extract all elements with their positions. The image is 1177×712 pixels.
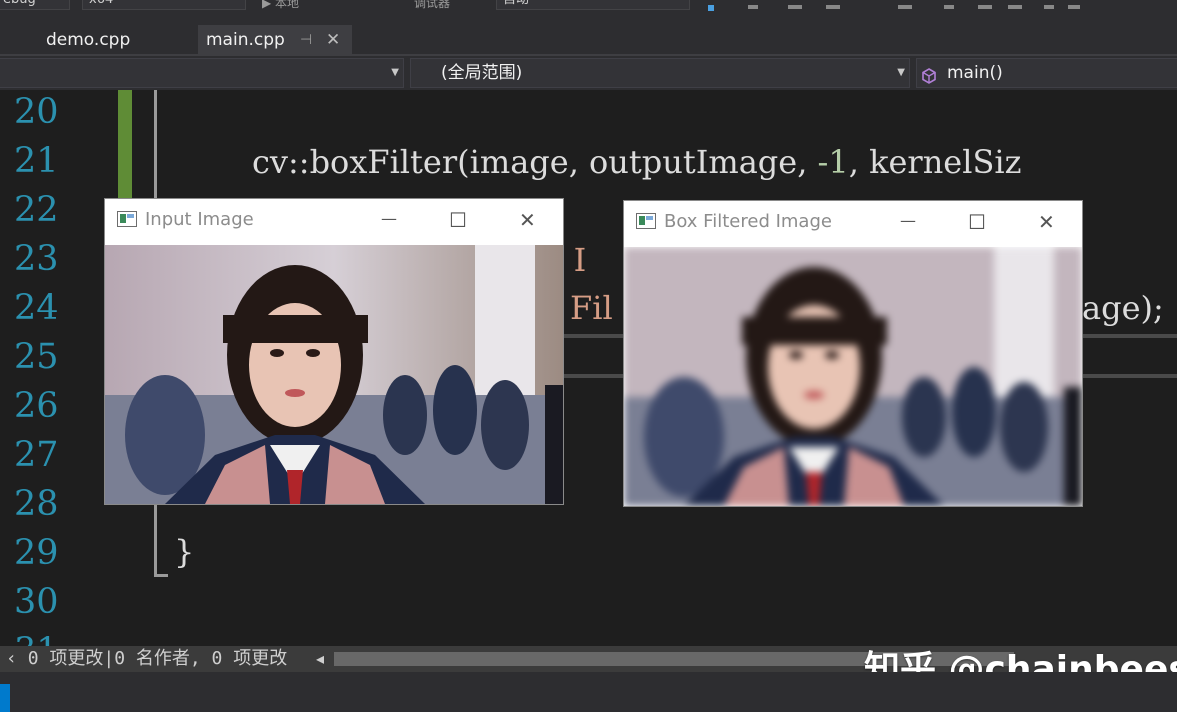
line-number: 26 <box>14 386 59 426</box>
maximize-icon: ☐ <box>449 208 467 232</box>
line-number: 22 <box>14 190 59 230</box>
line-number: 31 <box>14 631 74 646</box>
opencv-window-icon <box>117 211 137 227</box>
debugger-label: 调试器 <box>414 0 451 10</box>
maximize-icon: ☐ <box>968 210 986 234</box>
close-button[interactable]: ✕ <box>1024 201 1074 245</box>
chevron-down-icon: ▼ <box>897 67 905 78</box>
chevron-left-icon[interactable]: ‹ <box>6 648 17 669</box>
start-debug-button[interactable]: ▶ 本地 <box>262 0 299 11</box>
solution-dropdown[interactable]: 自动 <box>496 0 690 10</box>
line-number: 27 <box>14 435 59 475</box>
code-line-24-fragment-a: Fil <box>570 289 613 327</box>
opencv-window-icon <box>636 213 656 229</box>
code-text: , kernelSiz <box>848 143 1022 181</box>
close-button[interactable]: ✕ <box>505 199 555 243</box>
box-filtered-image-window[interactable]: Box Filtered Image — ☐ ✕ <box>623 200 1083 507</box>
highlight-line <box>1082 334 1177 338</box>
line-number: 24 <box>14 288 59 328</box>
line-number: 23 <box>14 239 59 279</box>
window-title: Box Filtered Image <box>664 211 832 232</box>
code-text: cv::boxFilter(image, outputImage, <box>252 143 818 181</box>
window-titlebar[interactable]: Input Image — ☐ ✕ <box>105 199 563 245</box>
configuration-value: ebug <box>3 0 36 7</box>
platform-value: x64 <box>89 0 113 7</box>
highlight-line <box>562 374 624 378</box>
line-number: 30 <box>14 582 59 622</box>
change-indicator-bar <box>118 90 132 210</box>
main-toolbar: ebug x64 ▶ 本地 调试器 自动 <box>0 0 1177 22</box>
platform-dropdown[interactable]: x64 <box>82 0 246 10</box>
document-tab-bar: demo.cpp main.cpp ⊣ ✕ <box>0 22 1177 54</box>
line-number: 25 <box>14 337 59 377</box>
tab-label: demo.cpp <box>46 30 131 50</box>
member-dropdown[interactable]: main() <box>916 58 1177 88</box>
line-number: 21 <box>14 141 59 181</box>
bottom-panel <box>0 672 1177 712</box>
tab-label: main.cpp <box>206 30 285 50</box>
cube-icon <box>921 65 937 93</box>
highlight-line <box>1082 374 1177 378</box>
minimize-button[interactable]: — <box>884 201 934 245</box>
minimize-icon: — <box>381 209 397 228</box>
input-image-window[interactable]: Input Image — ☐ ✕ <box>104 198 564 505</box>
tab-demo-cpp[interactable]: demo.cpp <box>38 25 188 54</box>
scroll-left-icon[interactable]: ◂ <box>316 646 324 672</box>
line-number: 29 <box>14 533 59 573</box>
window-title: Input Image <box>145 209 254 230</box>
member-value: main() <box>947 63 1003 83</box>
close-tab-icon[interactable]: ✕ <box>326 25 340 55</box>
highlight-line <box>562 334 624 338</box>
close-icon: ✕ <box>1038 210 1055 234</box>
scope-guide-end <box>154 574 168 577</box>
window-titlebar[interactable]: Box Filtered Image — ☐ ✕ <box>624 201 1082 247</box>
scope-value: (全局范围) <box>441 63 523 83</box>
change-summary[interactable]: ‹ 0 项更改|0 名作者, 0 项更改 <box>6 646 287 672</box>
chevron-down-icon: ▼ <box>391 67 399 78</box>
maximize-button[interactable]: ☐ <box>435 199 485 243</box>
configuration-dropdown[interactable]: ebug <box>0 0 70 10</box>
minimize-icon: — <box>900 211 916 230</box>
solution-value: 自动 <box>503 0 529 7</box>
toolbar-icons[interactable] <box>708 0 1088 11</box>
tab-main-cpp[interactable]: main.cpp ⊣ ✕ <box>198 25 352 54</box>
project-dropdown[interactable]: ▼ <box>0 58 404 88</box>
box-filtered-image <box>624 247 1082 506</box>
code-number: -1 <box>817 143 849 181</box>
line-number: 28 <box>14 484 59 524</box>
line-number: 20 <box>14 92 59 132</box>
code-line-29: } <box>174 533 195 571</box>
code-line-21: cv::boxFilter(image, outputImage, -1, ke… <box>252 142 1021 182</box>
input-image <box>105 245 563 504</box>
status-accent <box>0 684 10 712</box>
change-summary-text: 0 项更改|0 名作者, 0 项更改 <box>27 648 288 669</box>
toolbar-icons-strip <box>708 5 1080 11</box>
portrait-photo <box>105 245 563 504</box>
blurred-portrait-photo <box>624 247 1082 506</box>
minimize-button[interactable]: — <box>365 199 415 243</box>
scope-dropdown[interactable]: (全局范围) ▼ <box>410 58 910 88</box>
navigation-bar: ▼ (全局范围) ▼ main() <box>0 56 1177 90</box>
code-line-24-fragment-b: age); <box>1082 289 1164 327</box>
maximize-button[interactable]: ☐ <box>954 201 1004 245</box>
close-icon: ✕ <box>519 208 536 232</box>
pin-icon[interactable]: ⊣ <box>300 25 312 55</box>
